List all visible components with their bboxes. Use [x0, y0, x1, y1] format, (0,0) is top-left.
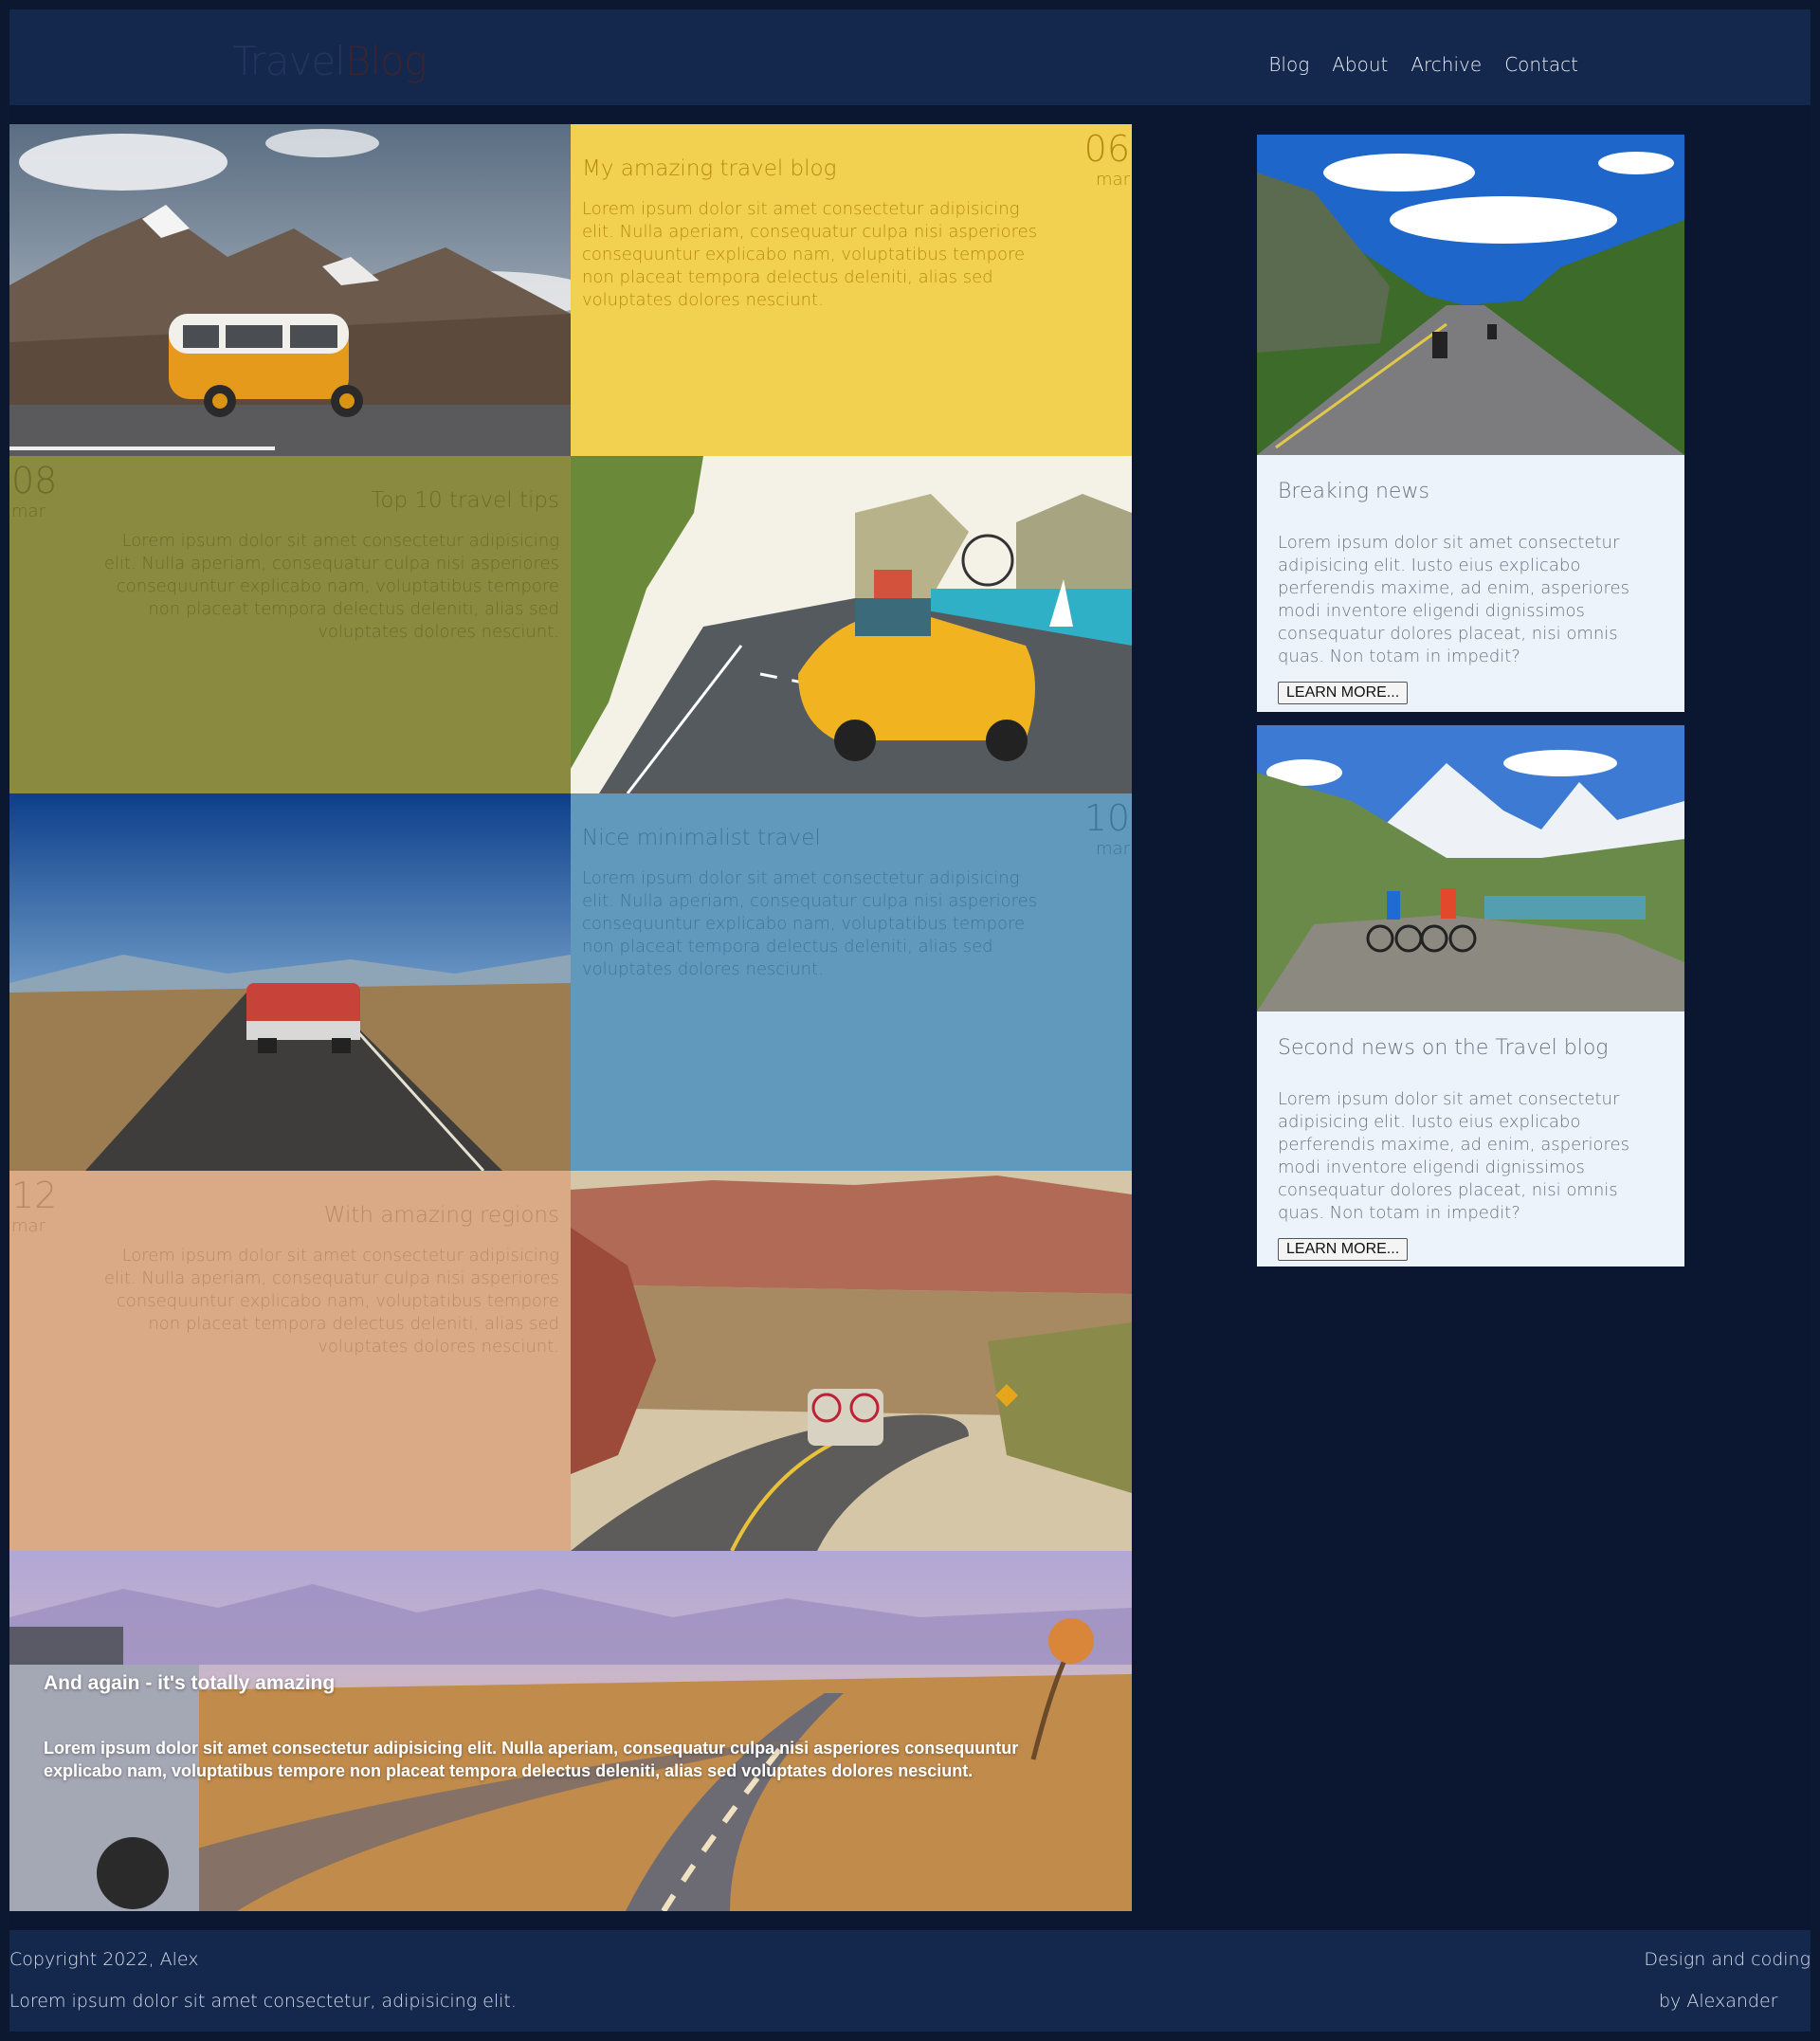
post-month: mar [11, 1216, 46, 1236]
banner-title: And again - it's totally amazing [44, 1672, 336, 1694]
footer-tagline: Lorem ipsum dolor sit amet consectetur, … [9, 1991, 517, 2012]
post-row: 06 mar My amazing travel blog Lorem ipsu… [9, 124, 1132, 456]
post-title[interactable]: Top 10 travel tips [21, 488, 559, 513]
post-title[interactable]: My amazing travel blog [582, 156, 1120, 181]
news-text: Lorem ipsum dolor sit amet consectetur a… [1278, 1089, 1630, 1223]
site-footer: Copyright 2022, Alex Lorem ipsum dolor s… [9, 1930, 1811, 2032]
logo-travel: Travel [232, 38, 346, 84]
post-title[interactable]: Nice minimalist travel [582, 826, 1120, 850]
news-body: Second news on the Travel blog Lorem ips… [1257, 1011, 1684, 1284]
post-excerpt: Lorem ipsum dolor sit amet consectetur a… [103, 531, 559, 642]
post-title[interactable]: With amazing regions [21, 1203, 559, 1228]
post-card[interactable]: 08 mar Top 10 travel tips Lorem ipsum do… [9, 456, 571, 793]
post-day: 06 [1083, 128, 1130, 170]
nav-blog[interactable]: Blog [1268, 53, 1309, 76]
post-excerpt: Lorem ipsum dolor sit amet consectetur a… [582, 199, 1038, 310]
post-excerpt: Lorem ipsum dolor sit amet consectetur a… [582, 868, 1038, 979]
post-month: mar [1096, 170, 1130, 190]
news-text: Lorem ipsum dolor sit amet consectetur a… [1278, 533, 1630, 666]
post-image-convertible[interactable] [9, 793, 571, 1171]
banner-image: And again - it's totally amazing Lorem i… [9, 1551, 1132, 1911]
post-row: 08 mar Top 10 travel tips Lorem ipsum do… [9, 456, 1132, 793]
post-image-canyon-road[interactable] [571, 1171, 1132, 1551]
post-month: mar [11, 501, 46, 521]
nav-archive[interactable]: Archive [1410, 53, 1482, 76]
news-body: Breaking news Lorem ipsum dolor sit amet… [1257, 455, 1684, 727]
news-card: Second news on the Travel blog Lorem ips… [1257, 725, 1684, 1267]
footer-copyright: Copyright 2022, Alex [9, 1949, 199, 1970]
post-date: 06 mar [1084, 128, 1130, 190]
post-day: 10 [1083, 797, 1130, 839]
post-card[interactable]: 06 mar My amazing travel blog Lorem ipsu… [571, 124, 1132, 456]
footer-author: by Alexander [1659, 1991, 1778, 2012]
learn-more-button[interactable]: LEARN MORE... [1278, 1238, 1409, 1261]
post-row: 12 mar With amazing regions Lorem ipsum … [9, 1171, 1132, 1551]
news-image-cyclists[interactable] [1257, 725, 1684, 1011]
post-card[interactable]: 10 mar Nice minimalist travel Lorem ipsu… [571, 793, 1132, 1171]
post-day: 12 [11, 1175, 58, 1216]
news-title[interactable]: Second news on the Travel blog [1278, 1036, 1664, 1060]
site-logo[interactable]: TravelBlog [232, 38, 428, 84]
post-image-yellow-car[interactable] [571, 456, 1132, 793]
news-title[interactable]: Breaking news [1278, 480, 1664, 503]
post-date: 12 mar [11, 1175, 57, 1236]
site-header: TravelBlog Blog About Archive Contact [9, 9, 1811, 105]
footer-credit: Design and coding [1644, 1949, 1811, 1970]
banner-text: Lorem ipsum dolor sit amet consectetur a… [44, 1739, 1019, 1780]
post-excerpt: Lorem ipsum dolor sit amet consectetur a… [103, 1246, 559, 1357]
nav-contact[interactable]: Contact [1504, 53, 1578, 76]
post-date: 10 mar [1084, 797, 1130, 859]
news-image-motorcycle-road[interactable] [1257, 135, 1684, 455]
post-day: 08 [11, 460, 58, 501]
post-date: 08 mar [11, 460, 57, 521]
post-card[interactable]: 12 mar With amazing regions Lorem ipsum … [9, 1171, 571, 1551]
post-row: 10 mar Nice minimalist travel Lorem ipsu… [9, 793, 1132, 1171]
post-month: mar [1096, 839, 1130, 859]
learn-more-button[interactable]: LEARN MORE... [1278, 682, 1409, 704]
news-card: Breaking news Lorem ipsum dolor sit amet… [1257, 135, 1684, 712]
feature-banner[interactable]: And again - it's totally amazing Lorem i… [9, 1551, 1132, 1911]
logo-blog: Blog [344, 38, 428, 84]
main-nav: Blog About Archive Contact [1268, 53, 1578, 76]
nav-about[interactable]: About [1332, 53, 1388, 76]
post-image-vw-van[interactable] [9, 124, 571, 456]
